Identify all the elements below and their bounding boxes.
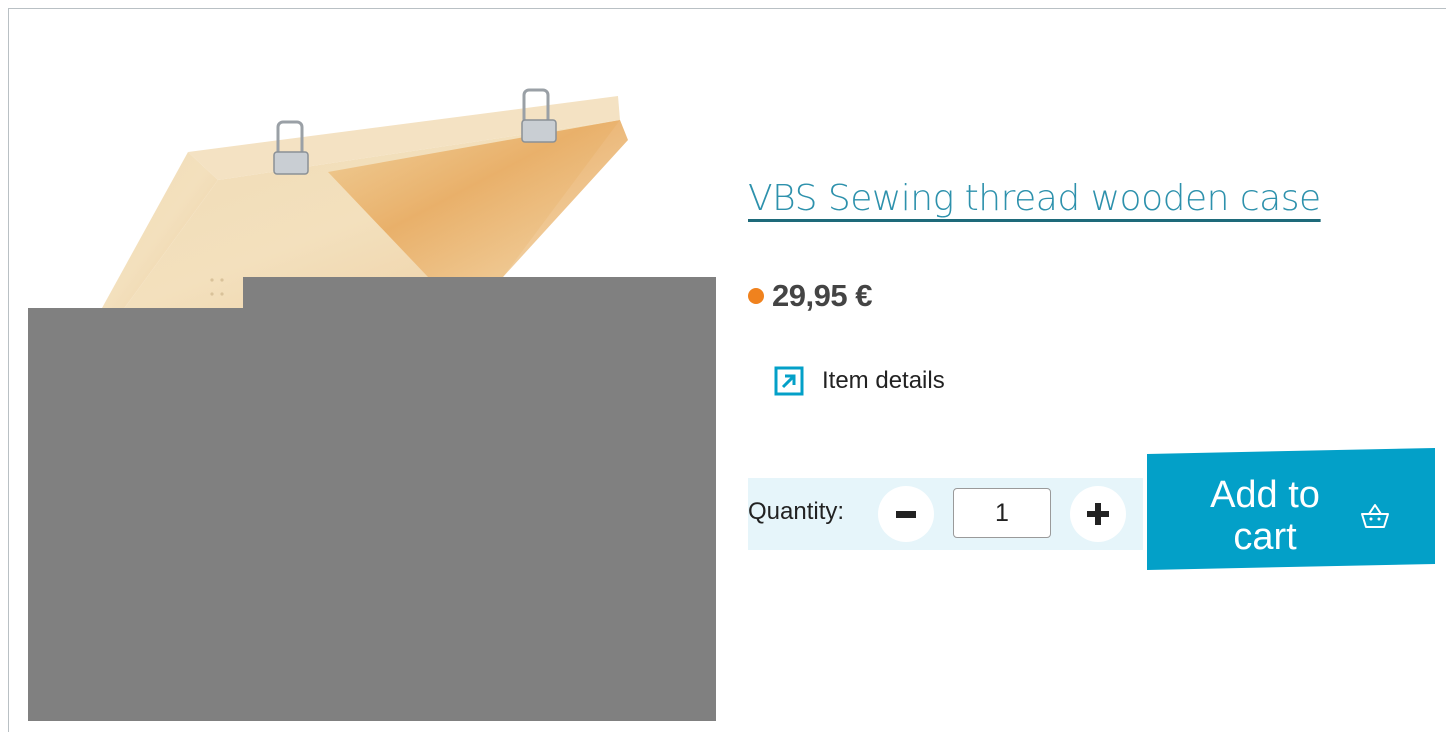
product-image[interactable] <box>28 80 716 721</box>
image-placeholder-notch <box>243 277 716 309</box>
quantity-label: Quantity: <box>748 498 845 525</box>
add-to-cart-line1: Add to <box>1210 474 1320 516</box>
image-placeholder <box>28 308 716 721</box>
item-details-link[interactable]: Item details <box>774 366 945 396</box>
item-details-label: Item details <box>822 367 945 394</box>
product-title-link[interactable]: VBS Sewing thread wooden case <box>748 178 1321 219</box>
external-arrow-icon <box>774 366 804 396</box>
plus-icon <box>1087 503 1109 525</box>
decrement-button[interactable] <box>878 486 934 542</box>
add-to-cart-label: Add to cart <box>1190 474 1340 558</box>
add-to-cart-line2: cart <box>1233 516 1297 558</box>
increment-button[interactable] <box>1070 486 1126 542</box>
availability-dot <box>748 288 764 304</box>
price-row: 29,95 € <box>748 278 872 314</box>
add-to-cart-content[interactable]: Add to cart <box>1190 470 1420 562</box>
basket-icon <box>1361 504 1389 528</box>
minus-icon <box>896 511 916 518</box>
quantity-input[interactable] <box>953 488 1051 538</box>
product-price: 29,95 € <box>772 278 872 313</box>
